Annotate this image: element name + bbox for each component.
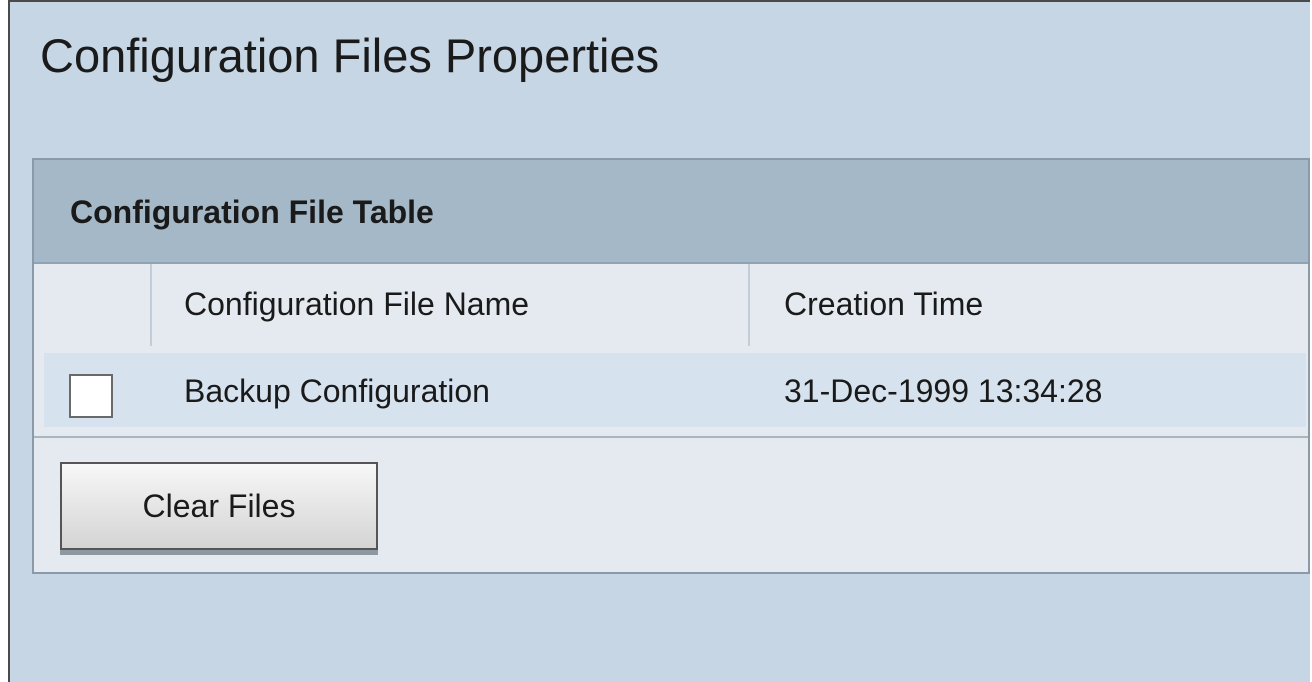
- clear-files-button[interactable]: Clear Files: [60, 462, 378, 550]
- column-divider: [748, 264, 750, 346]
- file-name-cell: Backup Configuration: [184, 373, 490, 409]
- table-row: Backup Configuration 31-Dec-1999 13:34:2…: [44, 353, 1306, 427]
- table-title: Configuration File Table: [70, 194, 434, 230]
- page-container: Configuration Files Properties Configura…: [8, 0, 1310, 682]
- creation-time-cell: 31-Dec-1999 13:34:28: [784, 373, 1103, 409]
- column-header-creation-time: Creation Time: [784, 286, 984, 322]
- table-header: Configuration File Table: [34, 160, 1308, 264]
- page-title: Configuration Files Properties: [40, 29, 660, 82]
- column-header-file-name: Configuration File Name: [184, 286, 530, 322]
- row-divider: [34, 436, 1308, 438]
- column-header-row: Configuration File Name Creation Time: [34, 264, 1308, 346]
- configuration-file-table: Configuration File Table Configuration F…: [32, 158, 1310, 574]
- row-select-checkbox[interactable]: [69, 374, 113, 418]
- column-divider: [150, 264, 152, 346]
